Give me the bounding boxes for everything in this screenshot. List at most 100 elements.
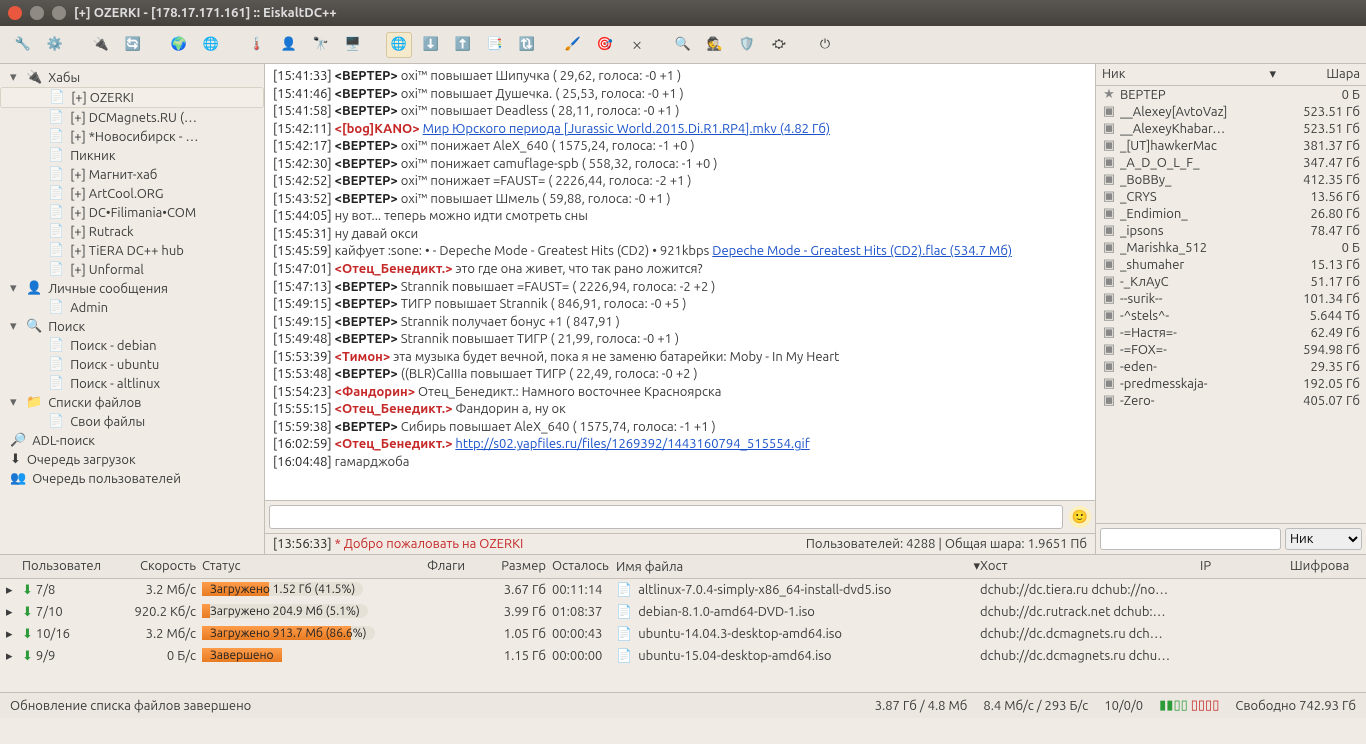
sidebar-item[interactable]: 📄 [+] *Новосибирск - … <box>0 127 264 146</box>
refresh-files-icon[interactable]: 🔃 <box>514 32 540 58</box>
col-remain[interactable]: Осталось <box>546 559 616 574</box>
wrench-icon[interactable]: 🔧 <box>10 32 36 58</box>
sidebar-item[interactable]: 📄 [+] DC•Filimania•COM <box>0 203 264 222</box>
reconnect-icon[interactable]: 🔄 <box>120 32 146 58</box>
col-user[interactable]: Пользовател <box>22 559 112 574</box>
user-row[interactable]: ▣--surik--101.34 Гб <box>1096 290 1366 307</box>
sidebar-group[interactable]: 👥 Очередь пользователей <box>0 469 264 488</box>
window-minimize-button[interactable] <box>30 6 44 20</box>
chat-input[interactable] <box>269 505 1063 529</box>
file-icon: 📄 <box>616 605 632 620</box>
file-icon: 📄 <box>616 649 632 664</box>
chat-link[interactable]: http://s02.yapfiles.ru/files/1269392/144… <box>455 437 809 451</box>
user-row[interactable]: ▣-=Настя=-62.49 Гб <box>1096 324 1366 341</box>
sidebar-group[interactable]: ▾ 📁 Списки файлов <box>0 393 264 412</box>
user-row[interactable]: ▣_A_D_O_L_F_347.47 Гб <box>1096 154 1366 171</box>
shield-icon[interactable]: 🛡️ <box>734 32 760 58</box>
window-close-button[interactable] <box>8 6 22 20</box>
thermometer-icon[interactable]: 🌡️ <box>244 32 270 58</box>
download-arrow-icon: ⬇ <box>22 605 33 619</box>
user-row[interactable]: ▣_shumaher15.13 Гб <box>1096 256 1366 273</box>
footer-stat-3: Свободно 742.93 Гб <box>1235 699 1356 713</box>
upload-red-icon[interactable]: ⬆️ <box>450 32 476 58</box>
connect-icon[interactable]: 🔌 <box>88 32 114 58</box>
sidebar-item[interactable]: 📄 Пикник <box>0 146 264 165</box>
user-row[interactable]: ▣_[UT]hawkerMac381.37 Гб <box>1096 137 1366 154</box>
binoculars-icon[interactable]: 🔭 <box>308 32 334 58</box>
sidebar-item[interactable]: 📄 Поиск - altlinux <box>0 374 264 393</box>
filter-icon[interactable]: ⛮ <box>766 32 792 58</box>
sidebar-group[interactable]: 🔎 ADL-поиск <box>0 431 264 450</box>
user-row[interactable]: ▣__AlexeyKhabar…523.51 Гб <box>1096 120 1366 137</box>
sidebar-item[interactable]: 📄 Admin <box>0 298 264 317</box>
col-flags[interactable]: Флаги <box>427 559 482 574</box>
speed-bars-icon: ▮▮▯▯ ▯▯▯▯ <box>1159 698 1219 713</box>
sidebar-item[interactable]: 📄 [+] DCMagnets.RU (… <box>0 108 264 127</box>
sidebar-item[interactable]: 📄 [+] ArtCool.ORG <box>0 184 264 203</box>
window-maximize-button[interactable] <box>52 6 66 20</box>
user-row[interactable]: ▣_CRYS13.56 Гб <box>1096 188 1366 205</box>
sidebar-item[interactable]: 📄 [+] Магнит-хаб <box>0 165 264 184</box>
settings-icon[interactable]: ⚙️ <box>42 32 68 58</box>
user-row[interactable]: ▣-eden-29.35 Гб <box>1096 358 1366 375</box>
sidebar-group[interactable]: ▾ 🔍 Поиск <box>0 317 264 336</box>
sidebar-group[interactable]: ▾ 🔌 Хабы <box>0 68 264 87</box>
footer-stat-0: 3.87 Гб / 4.8 Мб <box>875 699 968 713</box>
user-icon: ▣ <box>1102 104 1116 119</box>
spy-icon[interactable]: 🕵️ <box>702 32 728 58</box>
user-row[interactable]: ▣_ipsons78.47 Гб <box>1096 222 1366 239</box>
sidebar-item[interactable]: 📄 [+] Rutrack <box>0 222 264 241</box>
col-speed[interactable]: Скорость <box>112 559 202 574</box>
col-ip[interactable]: IP <box>1200 559 1290 574</box>
user-row[interactable]: ▣-Zero-405.07 Гб <box>1096 392 1366 409</box>
globe-green-icon[interactable]: 🌍 <box>166 32 192 58</box>
user-row[interactable]: ▣_BoBBy_412.35 Гб <box>1096 171 1366 188</box>
transfer-row[interactable]: ▸⬇ 7/83.2 Мб/сЗагружено 1.52 Гб (41.5%)3… <box>0 579 1366 601</box>
userlist-col-nick[interactable]: Ник <box>1102 67 1265 82</box>
sidebar-item[interactable]: 📄 Свои файлы <box>0 412 264 431</box>
col-size[interactable]: Размер <box>482 559 546 574</box>
globe-search-icon[interactable]: 🌐 <box>386 32 412 58</box>
user-row[interactable]: ▣-predmesskaja-192.05 Гб <box>1096 375 1366 392</box>
files-icon[interactable]: 📑 <box>482 32 508 58</box>
download-green-icon[interactable]: ⬇️ <box>418 32 444 58</box>
user-row[interactable]: ▣-_КлАуС51.17 Гб <box>1096 273 1366 290</box>
sidebar-group[interactable]: ▾ 👤 Личные сообщения <box>0 279 264 298</box>
chat-link[interactable]: Мир Юрского периода [Jurassic World.2015… <box>423 122 831 136</box>
globe-icon[interactable]: 🌐 <box>198 32 224 58</box>
chat-line: [15:42:17] <ВЕРТЕР> oxi™ понижает AleX_6… <box>273 138 1087 156</box>
brush-icon[interactable]: 🖌️ <box>560 32 586 58</box>
transfer-row[interactable]: ▸⬇ 9/90 Б/сЗавершено1.15 Гб00:00:00📄ubun… <box>0 645 1366 667</box>
emoji-icon[interactable]: 🙂 <box>1069 506 1091 528</box>
user-row[interactable]: ▣-^stels^-5.644 Тб <box>1096 307 1366 324</box>
sidebar-item[interactable]: 📄 [+] OZERKI <box>0 87 264 108</box>
sidebar-item[interactable]: 📄 Поиск - ubuntu <box>0 355 264 374</box>
user-row[interactable]: ▣-=FOX=-594.98 Гб <box>1096 341 1366 358</box>
col-enc[interactable]: Шифрова <box>1290 559 1360 574</box>
col-file[interactable]: Имя файла▾ <box>616 559 980 574</box>
remove-icon[interactable]: ❌ <box>624 32 650 58</box>
user-icon[interactable]: 👤 <box>276 32 302 58</box>
userlist-col-share[interactable]: Шара <box>1280 67 1360 82</box>
sidebar-group[interactable]: ⬇ Очередь загрузок <box>0 450 264 469</box>
transfer-row[interactable]: ▸⬇ 7/10920.2 Кб/сЗагружено 204.9 Мб (5.1… <box>0 601 1366 623</box>
user-icon: ▣ <box>1102 291 1116 306</box>
user-row[interactable]: ▣_Endimion_26.80 Гб <box>1096 205 1366 222</box>
user-icon: ▣ <box>1102 121 1116 136</box>
power-icon[interactable]: ⏻ <box>812 32 838 58</box>
col-status[interactable]: Статус <box>202 559 427 574</box>
user-row[interactable]: ★ВЕРТЕР0 Б <box>1096 86 1366 103</box>
adl-icon[interactable]: 🎯 <box>592 32 618 58</box>
chat-link[interactable]: Depeche Mode - Greatest Hits (CD2).flac … <box>712 244 1012 258</box>
user-row[interactable]: ▣__Alexey[AvtoVaz]523.51 Гб <box>1096 103 1366 120</box>
server-icon[interactable]: 🖥️ <box>340 32 366 58</box>
search-icon[interactable]: 🔍 <box>670 32 696 58</box>
transfer-row[interactable]: ▸⬇ 10/163.2 Мб/сЗагружено 913.7 Мб (86.6… <box>0 623 1366 645</box>
sidebar-item[interactable]: 📄 Поиск - debian <box>0 336 264 355</box>
user-row[interactable]: ▣_Marishka_5120 Б <box>1096 239 1366 256</box>
user-filter-select[interactable]: Ник <box>1285 528 1362 550</box>
sidebar-item[interactable]: 📄 [+] Unformal <box>0 260 264 279</box>
user-filter-input[interactable] <box>1100 528 1281 550</box>
sidebar-item[interactable]: 📄 [+] TiERA DC++ hub <box>0 241 264 260</box>
col-host[interactable]: Хост <box>980 559 1200 574</box>
